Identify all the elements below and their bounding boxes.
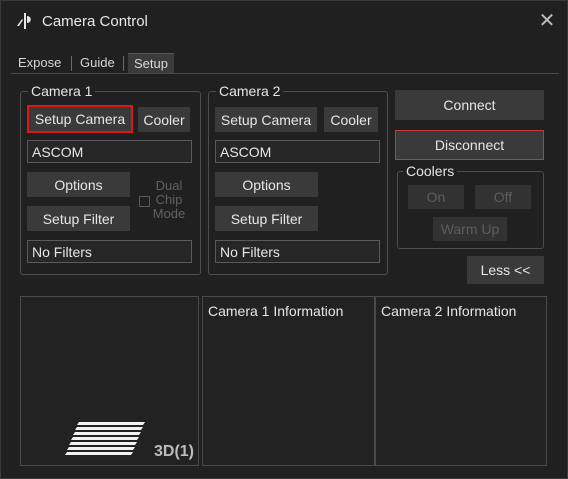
connect-button[interactable]: Connect (395, 90, 544, 120)
tab-guide[interactable]: Guide (80, 53, 115, 73)
camera1-driver-field[interactable]: ASCOM (27, 140, 192, 163)
camera2-options-button[interactable]: Options (215, 172, 318, 197)
dual-chip-mode-checkbox[interactable] (139, 196, 150, 207)
camera1-options-button[interactable]: Options (27, 172, 130, 197)
camera2-setup-camera-button[interactable]: Setup Camera (215, 107, 317, 132)
buffer-badge: 3D(1) (154, 443, 195, 460)
window-title: Camera Control (42, 13, 148, 30)
camera2-driver-field[interactable]: ASCOM (215, 140, 380, 163)
camera1-setup-filter-button[interactable]: Setup Filter (27, 206, 130, 231)
camera2-cooler-button[interactable]: Cooler (324, 107, 378, 132)
close-icon[interactable]: ✕ (535, 9, 559, 33)
tab-divider (71, 56, 72, 71)
coolers-legend: Coolers (403, 163, 458, 179)
less-button[interactable]: Less << (467, 256, 544, 284)
camera2-filters-field[interactable]: No Filters (215, 240, 380, 263)
camera2-info-pane: Camera 2 Information (375, 296, 547, 466)
camera1-legend: Camera 1 (28, 83, 96, 99)
preview-pane: 3D(1) (20, 296, 199, 466)
disconnect-button[interactable]: Disconnect (395, 130, 544, 160)
stacked-frames-icon (65, 422, 145, 455)
camera2-info-title: Camera 2 Information (381, 303, 517, 319)
camera1-info-title: Camera 1 Information (208, 303, 344, 319)
camera-control-window: Camera Control ✕ Expose Guide Setup Came… (0, 0, 568, 479)
tab-expose[interactable]: Expose (18, 53, 61, 73)
cooler-on-button[interactable]: On (408, 185, 464, 209)
dual-chip-mode-label: Dual Chip Mode (151, 179, 187, 221)
dual-chip-line3: Mode (152, 206, 186, 221)
app-logo-icon (17, 13, 31, 29)
cooler-off-button[interactable]: Off (475, 185, 531, 209)
camera1-setup-camera-button[interactable]: Setup Camera (27, 105, 133, 133)
dual-chip-line2: Chip (155, 192, 183, 207)
camera1-info-pane: Camera 1 Information (202, 296, 375, 466)
camera2-legend: Camera 2 (216, 83, 284, 99)
dual-chip-line1: Dual (155, 178, 183, 193)
camera2-setup-filter-button[interactable]: Setup Filter (215, 206, 318, 231)
warm-up-button[interactable]: Warm Up (433, 217, 507, 241)
tab-setup[interactable]: Setup (128, 53, 174, 74)
camera1-filters-field[interactable]: No Filters (27, 240, 192, 263)
camera1-cooler-button[interactable]: Cooler (138, 107, 190, 132)
tab-divider (123, 56, 124, 71)
title-bar: Camera Control ✕ (1, 1, 567, 41)
